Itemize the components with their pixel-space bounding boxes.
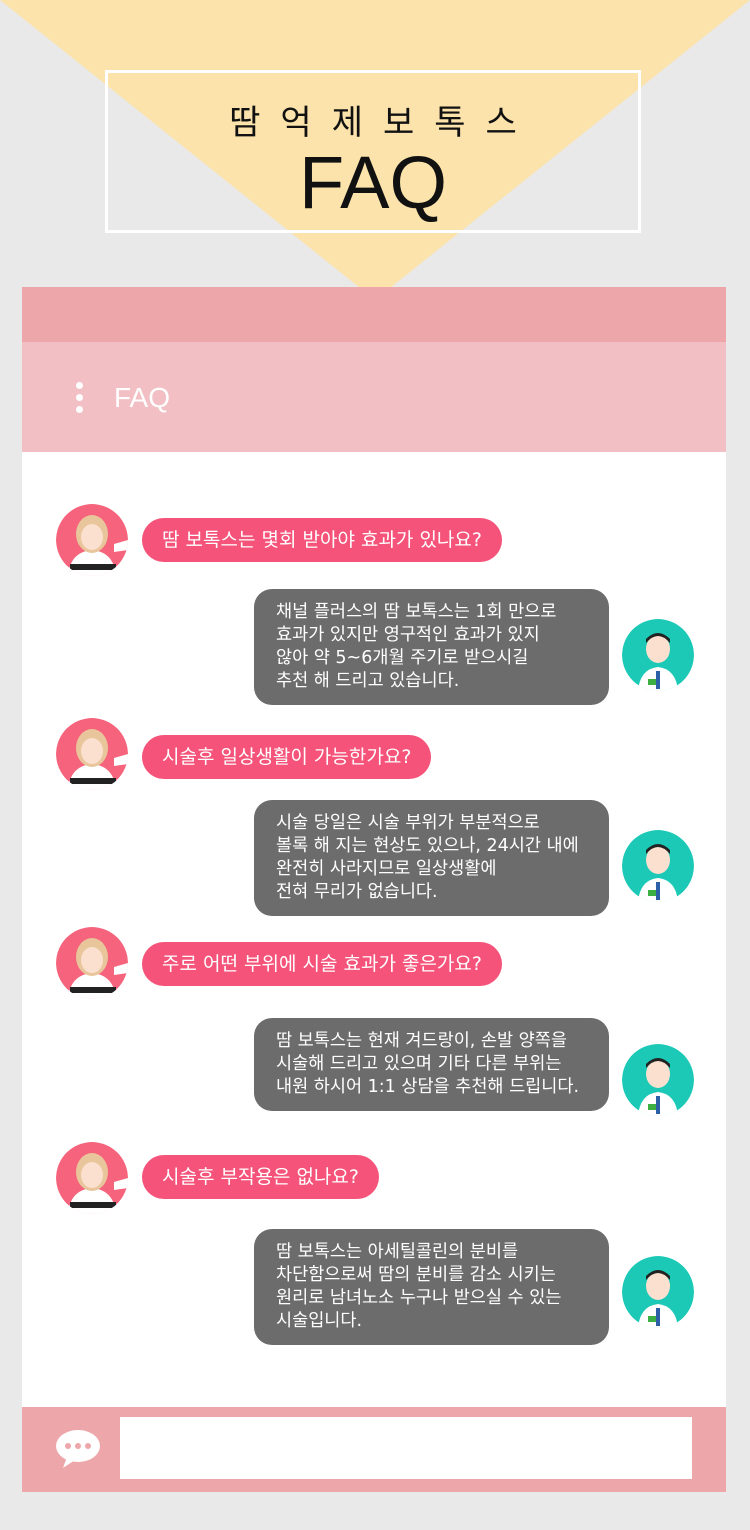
answer-line: 볼록 해 지는 현상도 있으나, 24시간 내에 <box>276 836 579 856</box>
answer-bubble: 시술 당일은 시술 부위가 부분적으로 볼록 해 지는 현상도 있으나, 24시… <box>254 800 609 916</box>
question-bubble: 시술후 일상생활이 가능한가요? <box>142 735 432 779</box>
doctor-avatar <box>622 619 694 691</box>
answer-line: 전혀 무리가 없습니다. <box>276 882 438 902</box>
message-input[interactable] <box>120 1417 692 1479</box>
banner-title-box: 땀억제보톡스 FAQ <box>105 70 641 233</box>
doctor-avatar <box>622 1256 694 1328</box>
answer-bubble: 채널 플러스의 땀 보톡스는 1회 만으로 효과가 있지만 영구적인 효과가 있… <box>254 589 609 705</box>
answer-line: 땀 보톡스는 현재 겨드랑이, 손발 양쪽을 <box>276 1031 567 1051</box>
answer-line: 추천 해 드리고 있습니다. <box>276 671 460 691</box>
answer-line: 내원 하시어 1:1 상담을 추천해 드립니다. <box>276 1077 580 1097</box>
vertical-dots-icon[interactable] <box>75 382 85 414</box>
answer-bubble: 땀 보톡스는 현재 겨드랑이, 손발 양쪽을 시술해 드리고 있으며 기타 다른… <box>254 1018 609 1111</box>
answer-line: 않아 약 5~6개월 주기로 받으시길 <box>276 648 529 668</box>
chat-window: FAQ 땀 보톡스는 몇회 받아야 효과가 있나요? 채널 플러스의 땀 보톡스… <box>22 287 726 1492</box>
question-bubble: 땀 보톡스는 몇회 받아야 효과가 있나요? <box>142 518 502 562</box>
answer-line: 효과가 있지만 영구적인 효과가 있지 <box>276 625 540 645</box>
answer-line: 원리로 남녀노소 누구나 받으실 수 있는 <box>276 1288 562 1308</box>
chat-messages: 땀 보톡스는 몇회 받아야 효과가 있나요? 채널 플러스의 땀 보톡스는 1회… <box>22 452 726 1407</box>
banner-subtitle: 땀억제보톡스 <box>229 103 537 143</box>
chat-header: FAQ <box>22 342 726 452</box>
question-bubble: 주로 어떤 부위에 시술 효과가 좋은가요? <box>142 942 502 986</box>
answer-line: 완전히 사라지므로 일상생활에 <box>276 859 497 879</box>
answer-bubble: 땀 보톡스는 아세틸콜린의 분비를 차단함으로써 땀의 분비를 감소 시키는 원… <box>254 1229 609 1345</box>
chat-header-title: FAQ <box>114 382 171 413</box>
woman-avatar <box>56 927 128 999</box>
question-bubble: 시술후 부작용은 없나요? <box>142 1155 379 1199</box>
answer-line: 땀 보톡스는 아세틸콜린의 분비를 <box>276 1242 519 1262</box>
chat-input-bar <box>22 1407 726 1492</box>
speech-bubble-icon <box>56 1430 100 1468</box>
banner-title: FAQ <box>298 141 448 224</box>
woman-avatar <box>56 718 128 790</box>
status-bar <box>22 287 726 342</box>
woman-avatar <box>56 1142 128 1214</box>
answer-line: 시술해 드리고 있으며 기타 다른 부위는 <box>276 1054 562 1074</box>
answer-line: 시술 당일은 시술 부위가 부분적으로 <box>276 813 540 833</box>
answer-line: 채널 플러스의 땀 보톡스는 1회 만으로 <box>276 602 557 622</box>
doctor-avatar <box>622 830 694 902</box>
answer-line: 차단함으로써 땀의 분비를 감소 시키는 <box>276 1265 556 1285</box>
answer-line: 시술입니다. <box>276 1311 363 1331</box>
woman-avatar <box>56 504 128 576</box>
doctor-avatar <box>622 1044 694 1116</box>
